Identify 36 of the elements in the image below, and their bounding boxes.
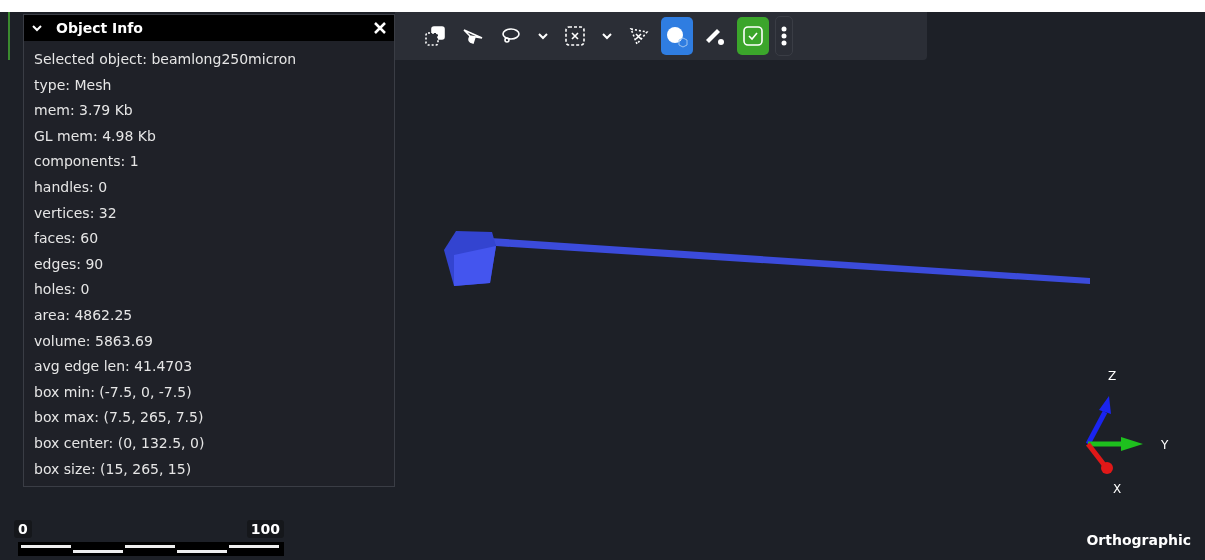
more-icon <box>781 26 787 46</box>
checkbox-icon <box>741 24 765 48</box>
info-line: vertices: 32 <box>34 203 118 223</box>
info-line: faces: 60 <box>34 229 100 249</box>
y-axis-label: Y <box>1161 438 1169 452</box>
info-line: components: 1 <box>34 152 140 172</box>
info-line: box max: (7.5, 265, 7.5) <box>34 408 205 428</box>
z-axis-label: Z <box>1108 369 1117 383</box>
box-select-icon <box>563 24 587 48</box>
scale-end-label: 100 <box>246 520 284 538</box>
close-icon[interactable] <box>374 22 386 34</box>
info-line: Selected object: beamlong250micron <box>34 50 298 69</box>
x-axis-label: X <box>1113 482 1122 496</box>
duplicate-icon <box>423 24 447 48</box>
panel-title: Object Info <box>56 20 144 36</box>
info-line: handles: 0 <box>34 177 109 197</box>
info-line: type: Mesh <box>34 75 113 95</box>
scale-start-label: 0 <box>14 520 32 538</box>
more-button[interactable] <box>775 16 793 56</box>
info-line: box min: (-7.5, 0, -7.5) <box>34 382 193 402</box>
info-line: area: 4862.25 <box>34 305 134 325</box>
caret-icon <box>537 30 549 42</box>
info-line: GL mem: 4.98 Kb <box>34 126 157 146</box>
info-line: mem: 3.79 Kb <box>34 101 134 121</box>
caret-icon <box>601 30 613 42</box>
check-tool-button[interactable] <box>737 17 769 55</box>
info-line: edges: 90 <box>34 254 105 274</box>
sphere-icon <box>665 24 689 48</box>
info-line: holes: 0 <box>34 280 91 300</box>
projection-label: Orthographic <box>1086 532 1191 548</box>
sphere-tool-button[interactable] <box>661 17 693 55</box>
info-line: box center: (0, 132.5, 0) <box>34 433 206 453</box>
info-line: volume: 5863.69 <box>34 331 154 351</box>
collapse-icon[interactable] <box>32 23 42 33</box>
info-line: box size: (15, 265, 15) <box>34 459 193 479</box>
info-line: avg edge len: 41.4703 <box>34 357 194 377</box>
